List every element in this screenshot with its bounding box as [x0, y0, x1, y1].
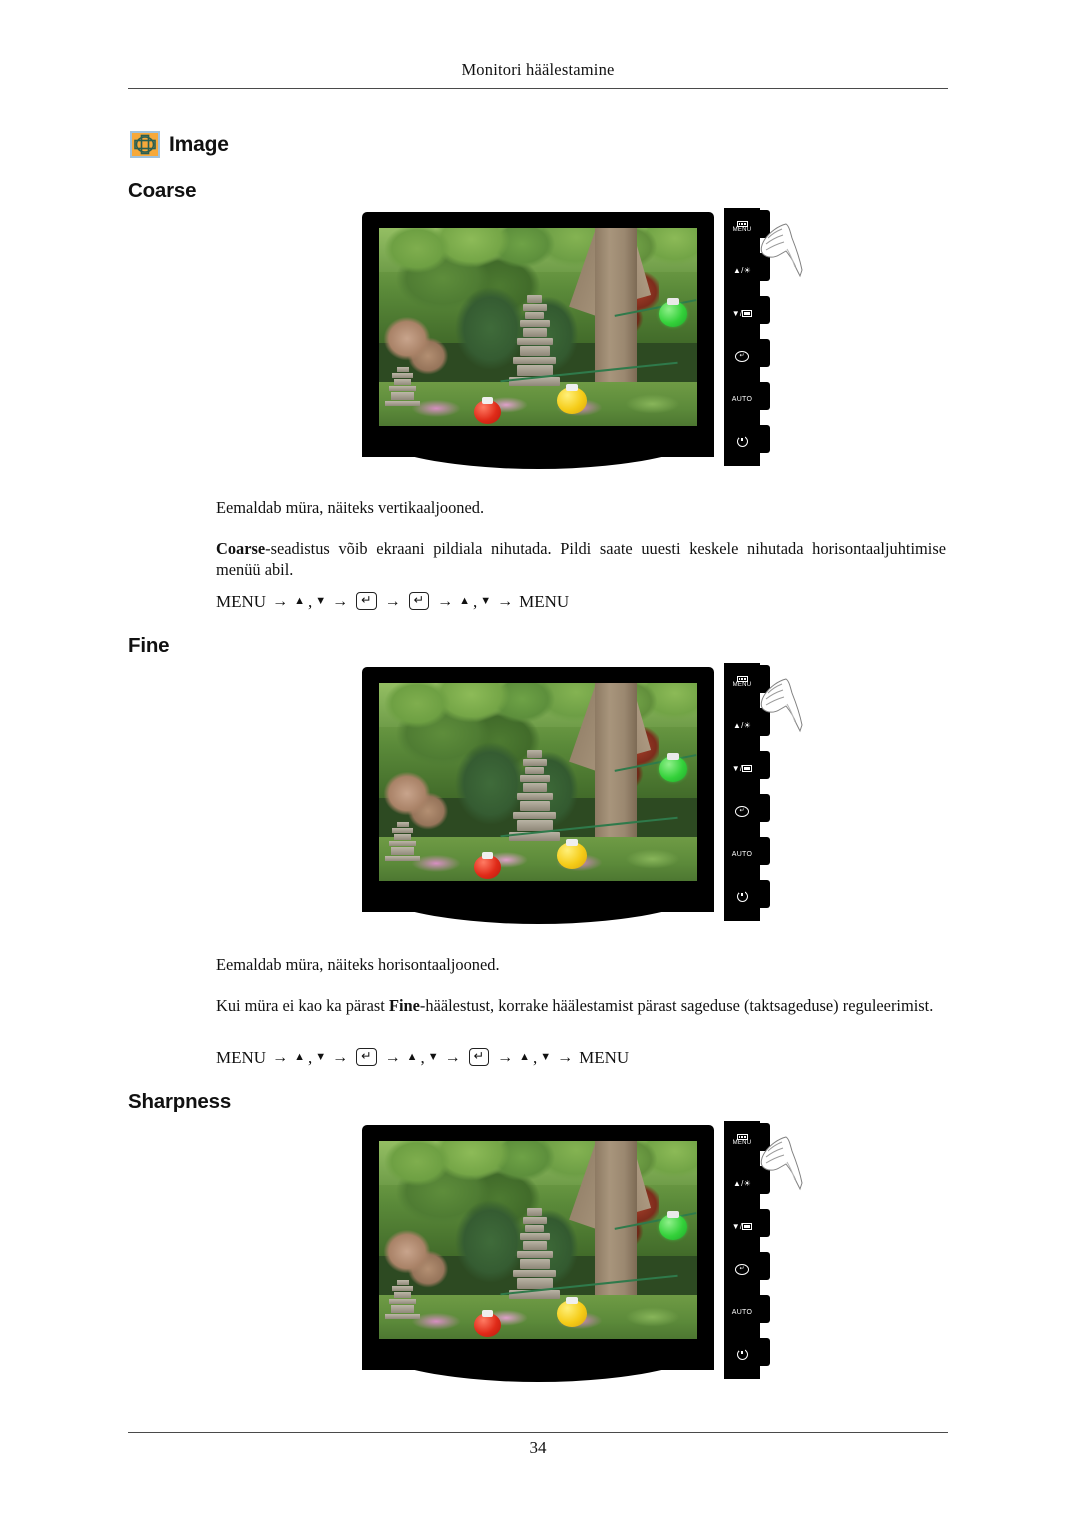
pointing-hand-icon [756, 1131, 804, 1193]
monitor-body [360, 667, 716, 930]
power-button[interactable] [724, 1343, 760, 1365]
up-brightness-icon: ▲/☀ [733, 265, 751, 275]
monitor-chin [362, 882, 714, 924]
image-monitor-icon [130, 131, 160, 158]
subheading-fine: Fine [128, 634, 170, 657]
monitor-body [360, 212, 716, 475]
fine-description: Eemaldab müra, näiteks horisontaaljooned… [216, 955, 500, 974]
up-brightness-button[interactable]: ▲/☀ [724, 259, 760, 281]
enter-icon: ↵ [735, 350, 749, 362]
screen-photo [379, 1141, 697, 1339]
menu-button[interactable]: MENU [724, 1129, 760, 1151]
fine-note-prefix: Kui müra ei kao ka pärast [216, 996, 389, 1015]
down-source-icon: ▼/ [732, 1222, 753, 1231]
auto-button[interactable]: AUTO [724, 388, 760, 410]
monitor-figure-sharpness: MENU ▲/☀ ▼/ ↵ AUTO [352, 1119, 803, 1404]
down-source-icon: ▼/ [732, 764, 753, 773]
auto-button[interactable]: AUTO [724, 843, 760, 865]
power-button[interactable] [724, 885, 760, 907]
down-source-icon: ▼/ [732, 309, 753, 318]
fine-note-bold: Fine [388, 996, 420, 1015]
menu-button-label: MENU [732, 226, 752, 233]
fine-note: Kui müra ei kao ka pärast Fine-häälestus… [216, 995, 946, 1016]
up-brightness-icon: ▲/☀ [733, 1178, 751, 1188]
enter-button[interactable]: ↵ [724, 1258, 760, 1280]
monitor-body [360, 1125, 716, 1388]
running-head-text: Monitori häälestamine [461, 60, 615, 79]
running-head: Monitori häälestamine [128, 60, 948, 80]
coarse-menu-path: MENU → ▲, ▼ → ↵ → ↵ → ▲, ▼ → MENU [216, 592, 570, 611]
menu-button-label: MENU [732, 681, 752, 688]
footer-rule [128, 1432, 948, 1433]
down-source-button[interactable]: ▼/ [724, 757, 760, 779]
enter-button[interactable]: ↵ [724, 345, 760, 367]
power-icon [736, 433, 748, 447]
monitor-screen [379, 683, 697, 881]
monitor-control-panel: MENU ▲/☀ ▼/ ↵ AUTO [724, 663, 770, 921]
fine-note-rest: -häälestust, korrake häälestamist pärast… [419, 996, 934, 1015]
monitor-chin [362, 427, 714, 469]
auto-button-label: AUTO [731, 1308, 753, 1316]
down-source-button[interactable]: ▼/ [724, 302, 760, 324]
subheading-coarse: Coarse [128, 179, 197, 202]
section-title-text: Image [169, 132, 229, 156]
auto-button[interactable]: AUTO [724, 1301, 760, 1323]
monitor-screen [379, 1141, 697, 1339]
down-source-button[interactable]: ▼/ [724, 1215, 760, 1237]
up-brightness-button[interactable]: ▲/☀ [724, 714, 760, 736]
up-brightness-button[interactable]: ▲/☀ [724, 1172, 760, 1194]
monitor-chin [362, 1340, 714, 1382]
monitor-figure-coarse: MENU ▲/☀ ▼/ ↵ AUTO [352, 206, 803, 491]
pointing-hand-icon [756, 218, 804, 280]
coarse-note-rest: -seadistus võib ekraani pildiala nihutad… [216, 539, 946, 579]
menu-button-label: MENU [732, 1139, 752, 1146]
enter-icon: ↵ [735, 805, 749, 817]
pointing-hand-icon [756, 673, 804, 735]
coarse-note-bold: Coarse [216, 539, 266, 558]
monitor-control-panel: MENU ▲/☀ ▼/ ↵ AUTO [724, 208, 770, 466]
power-icon [736, 888, 748, 902]
screen-photo [379, 228, 697, 426]
monitor-control-panel: MENU ▲/☀ ▼/ ↵ AUTO [724, 1121, 770, 1379]
fine-menu-path: MENU → ▲, ▼ → ↵ → ▲, ▼ → ↵ → ▲, ▼ → MENU [216, 1048, 630, 1067]
menu-button[interactable]: MENU [724, 671, 760, 693]
header-rule [128, 88, 948, 89]
screen-photo [379, 683, 697, 881]
auto-button-label: AUTO [731, 850, 753, 858]
power-icon [736, 1346, 748, 1360]
up-brightness-icon: ▲/☀ [733, 720, 751, 730]
menu-button[interactable]: MENU [724, 216, 760, 238]
page-number: 34 [529, 1438, 547, 1457]
subheading-sharpness: Sharpness [128, 1090, 232, 1113]
coarse-description: Eemaldab müra, näiteks vertikaaljooned. [216, 498, 485, 517]
coarse-note: Coarse-seadistus võib ekraani pildiala n… [216, 538, 946, 580]
monitor-figure-fine: MENU ▲/☀ ▼/ ↵ AUTO [352, 661, 803, 946]
enter-icon: ↵ [735, 1263, 749, 1275]
monitor-screen [379, 228, 697, 426]
auto-button-label: AUTO [731, 395, 753, 403]
power-button[interactable] [724, 430, 760, 452]
section-title-image: Image [130, 131, 229, 158]
enter-button[interactable]: ↵ [724, 800, 760, 822]
